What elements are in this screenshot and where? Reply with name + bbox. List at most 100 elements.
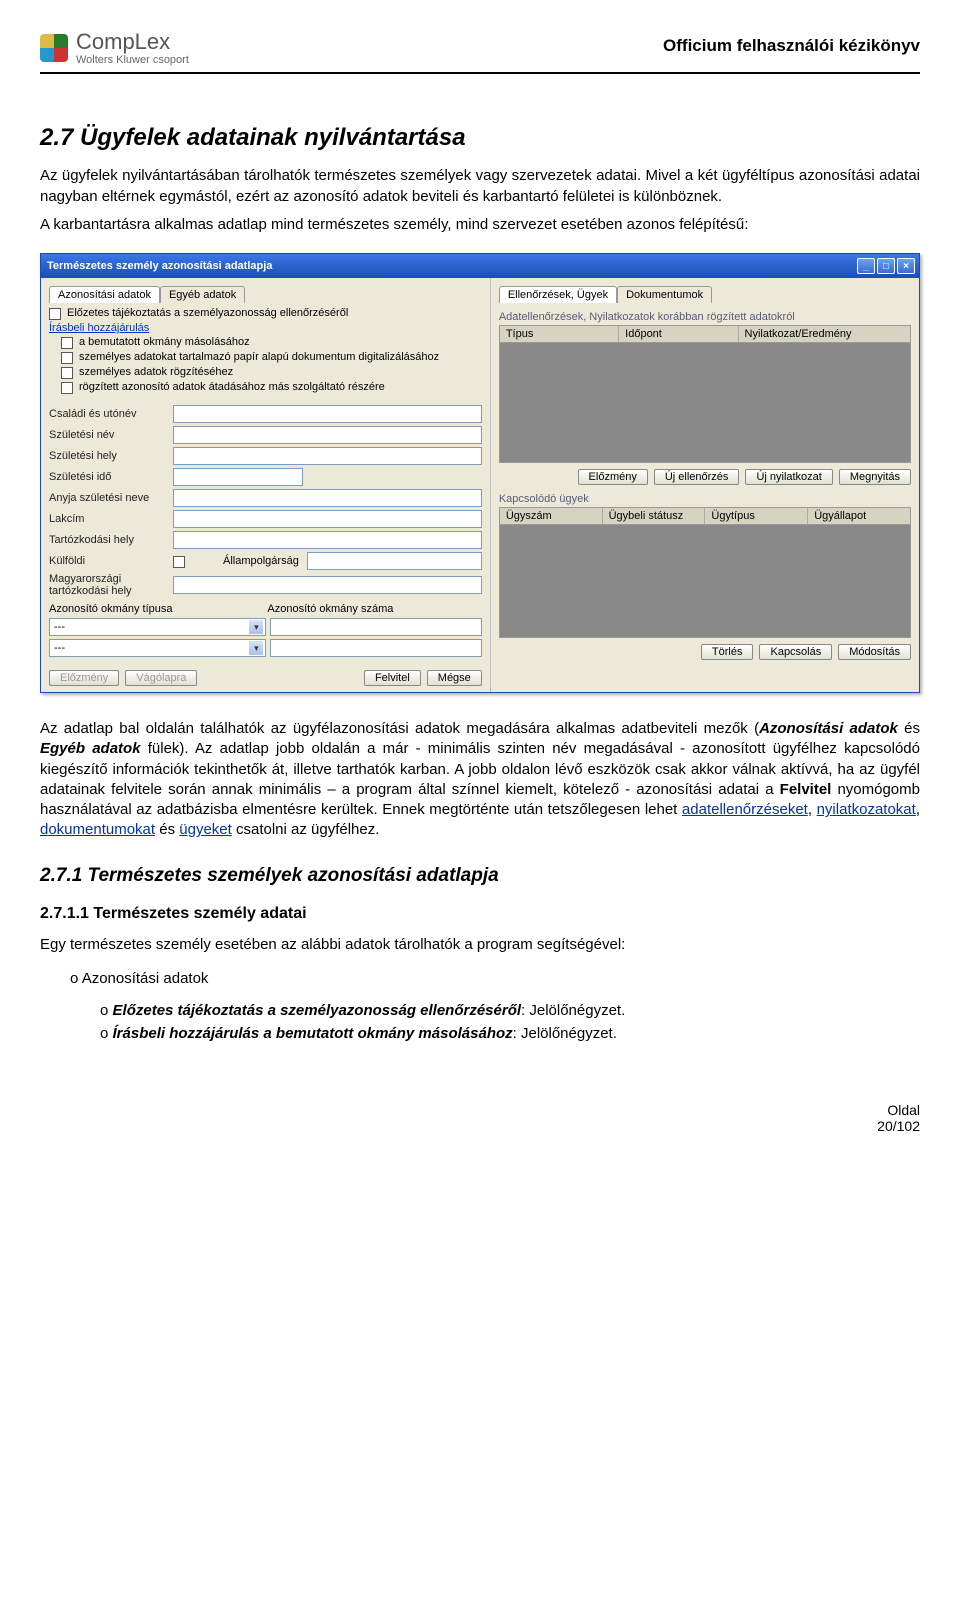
sec2711-p1: Egy természetes személy esetében az aláb… xyxy=(40,935,920,955)
section-2-7-title: 2.7 Ügyfelek adatainak nyilvántartása xyxy=(40,124,920,152)
txt-bold: Írásbeli hozzájárulás a bemutatott okmán… xyxy=(113,1025,513,1042)
logo-main: CompLex xyxy=(76,30,189,54)
tab-azonositasi[interactable]: Azonosítási adatok xyxy=(49,286,160,303)
txt: , xyxy=(916,801,920,818)
lbl-tart: Tartózkodási hely xyxy=(49,534,169,546)
dd-val-1: --- xyxy=(54,621,65,633)
lbl-magytart: Magyarországi tartózkodási hely xyxy=(49,573,169,597)
input-anyja[interactable] xyxy=(173,489,482,507)
xp-window: Természetes személy azonosítási adatlapj… xyxy=(40,253,920,693)
right-pane: Ellenőrzések, Ügyek Dokumentumok Adatell… xyxy=(491,278,919,692)
btn-modositas[interactable]: Módosítás xyxy=(838,644,911,660)
txt: : Jelölőnégyzet. xyxy=(521,1002,625,1019)
btn-megse[interactable]: Mégse xyxy=(427,670,482,686)
txt-bold: Felvitel xyxy=(780,781,832,798)
col-idopont[interactable]: Időpont xyxy=(619,326,738,342)
btn-elozmeny-left[interactable]: Előzmény xyxy=(49,670,119,686)
page-footer: Oldal 20/102 xyxy=(40,1102,920,1134)
col-ugytipus[interactable]: Ügytípus xyxy=(705,508,808,524)
window-title: Természetes személy azonosítási adatlapj… xyxy=(47,260,272,272)
window-titlebar[interactable]: Természetes személy azonosítási adatlapj… xyxy=(41,254,919,278)
input-szulnev[interactable] xyxy=(173,426,482,444)
txt: Az adatlap bal oldalán találhatók az ügy… xyxy=(40,720,759,737)
input-okmanyszam-1[interactable] xyxy=(270,618,481,636)
col-ugybeli[interactable]: Ügybeli státusz xyxy=(603,508,706,524)
tab-ellenorzesek[interactable]: Ellenőrzések, Ügyek xyxy=(499,286,617,303)
logo-sub: Wolters Kluwer csoport xyxy=(76,54,189,66)
grp-adatellenorzesek: Adatellenőrzések, Nyilatkozatok korábban… xyxy=(499,311,911,323)
grid2-head: Ügyszám Ügybeli státusz Ügytípus Ügyálla… xyxy=(499,507,911,525)
dd-okmanytipus-2[interactable]: ---▾ xyxy=(49,639,266,657)
chevron-down-icon: ▾ xyxy=(249,620,263,634)
chk-okm-masolas[interactable] xyxy=(61,337,73,349)
footer-oldal: Oldal xyxy=(40,1102,920,1118)
txt: és xyxy=(155,821,179,838)
sec27-p1: Az ügyfelek nyilvántartásában tárolhatók… xyxy=(40,166,920,207)
lbl-okmanytipus: Azonosító okmány típusa xyxy=(49,603,263,615)
link-irasbeli[interactable]: Írásbeli hozzájárulás xyxy=(49,322,482,334)
col-nyilatkozat[interactable]: Nyilatkozat/Eredmény xyxy=(739,326,911,342)
chk-elozetes[interactable] xyxy=(49,308,61,320)
input-okmanyszam-2[interactable] xyxy=(270,639,481,657)
link-ugyeket[interactable]: ügyeket xyxy=(179,821,232,838)
btn-vagolapra[interactable]: Vágólapra xyxy=(125,670,197,686)
col-tipus[interactable]: Típus xyxy=(500,326,619,342)
tab-dokumentumok[interactable]: Dokumentumok xyxy=(617,286,712,303)
link-adatellenorzeseket[interactable]: adatellenőrzéseket xyxy=(682,801,808,818)
bullet-azonositasi: Azonosítási adatok xyxy=(70,970,920,987)
lbl-allampolg: Állampolgárság xyxy=(223,555,303,567)
input-allampolg[interactable] xyxy=(307,552,482,570)
logo-block: CompLex Wolters Kluwer csoport xyxy=(40,30,189,66)
chk1-label: a bemutatott okmány másolásához xyxy=(79,336,250,348)
col-ugyallapot[interactable]: Ügyállapot xyxy=(808,508,910,524)
txt: : Jelölőnégyzet. xyxy=(513,1025,617,1042)
txt: , xyxy=(808,801,817,818)
btn-uj-ellenorzes[interactable]: Új ellenőrzés xyxy=(654,469,740,485)
link-dokumentumokat[interactable]: dokumentumokat xyxy=(40,821,155,838)
doc-title: Officium felhasználói kézikönyv xyxy=(663,36,920,56)
btn-felvitel[interactable]: Felvitel xyxy=(364,670,421,686)
complex-logo-icon xyxy=(40,34,68,62)
chk-atadas[interactable] xyxy=(61,382,73,394)
lbl-okmanyszama: Azonosító okmány száma xyxy=(267,603,481,615)
grid1-body[interactable] xyxy=(499,343,911,463)
link-nyilatkozatokat[interactable]: nyilatkozatokat xyxy=(817,801,916,818)
close-icon[interactable]: × xyxy=(897,258,915,274)
chk-kulfoldi[interactable] xyxy=(173,556,185,568)
left-pane: Azonosítási adatok Egyéb adatok Előzetes… xyxy=(41,278,491,692)
input-lakcim[interactable] xyxy=(173,510,482,528)
section-2-7-1-title: 2.7.1 Természetes személyek azonosítási … xyxy=(40,865,920,887)
btn-elozmeny-right[interactable]: Előzmény xyxy=(578,469,648,485)
page-header: CompLex Wolters Kluwer csoport Officium … xyxy=(40,30,920,74)
dd-okmanytipus-1[interactable]: --- ▾ xyxy=(49,618,266,636)
footer-pagenum: 20/102 xyxy=(40,1118,920,1134)
input-magytart[interactable] xyxy=(173,576,482,594)
input-szulido[interactable] xyxy=(173,468,303,486)
dd-val-2: --- xyxy=(54,642,65,654)
left-footer: Előzmény Vágólapra Felvitel Mégse xyxy=(49,670,482,686)
txt-bold: Előzetes tájékoztatás a személyazonosság… xyxy=(113,1002,522,1019)
sec27-p2: A karbantartásra alkalmas adatlap mind t… xyxy=(40,215,920,235)
lbl-szulnev: Születési név xyxy=(49,429,169,441)
tab-egyeb[interactable]: Egyéb adatok xyxy=(160,286,245,303)
btn-torles[interactable]: Törlés xyxy=(701,644,754,660)
lbl-kulfoldi: Külföldi xyxy=(49,555,169,567)
minimize-icon[interactable]: _ xyxy=(857,258,875,274)
maximize-icon[interactable]: □ xyxy=(877,258,895,274)
col-ugyszam[interactable]: Ügyszám xyxy=(500,508,603,524)
chk-rogzites[interactable] xyxy=(61,367,73,379)
btn-megnyitas[interactable]: Megnyitás xyxy=(839,469,911,485)
btn-uj-nyilatkozat[interactable]: Új nyilatkozat xyxy=(745,469,832,485)
txt-bold: Egyéb adatok xyxy=(40,740,141,757)
input-szulhely[interactable] xyxy=(173,447,482,465)
input-csaladi[interactable] xyxy=(173,405,482,423)
btn-kapcsolas[interactable]: Kapcsolás xyxy=(759,644,832,660)
lbl-csaladi: Családi és utónév xyxy=(49,408,169,420)
lbl-szulido: Születési idő xyxy=(49,471,169,483)
bullet-elozetes: Előzetes tájékoztatás a személyazonosság… xyxy=(100,1002,920,1019)
chk-elozetes-label: Előzetes tájékoztatás a személyazonosság… xyxy=(67,307,348,319)
grid2-body[interactable] xyxy=(499,525,911,638)
chk-digitalizalas[interactable] xyxy=(61,352,73,364)
input-tart[interactable] xyxy=(173,531,482,549)
section-2-7-1-1-title: 2.7.1.1 Természetes személy adatai xyxy=(40,905,920,923)
